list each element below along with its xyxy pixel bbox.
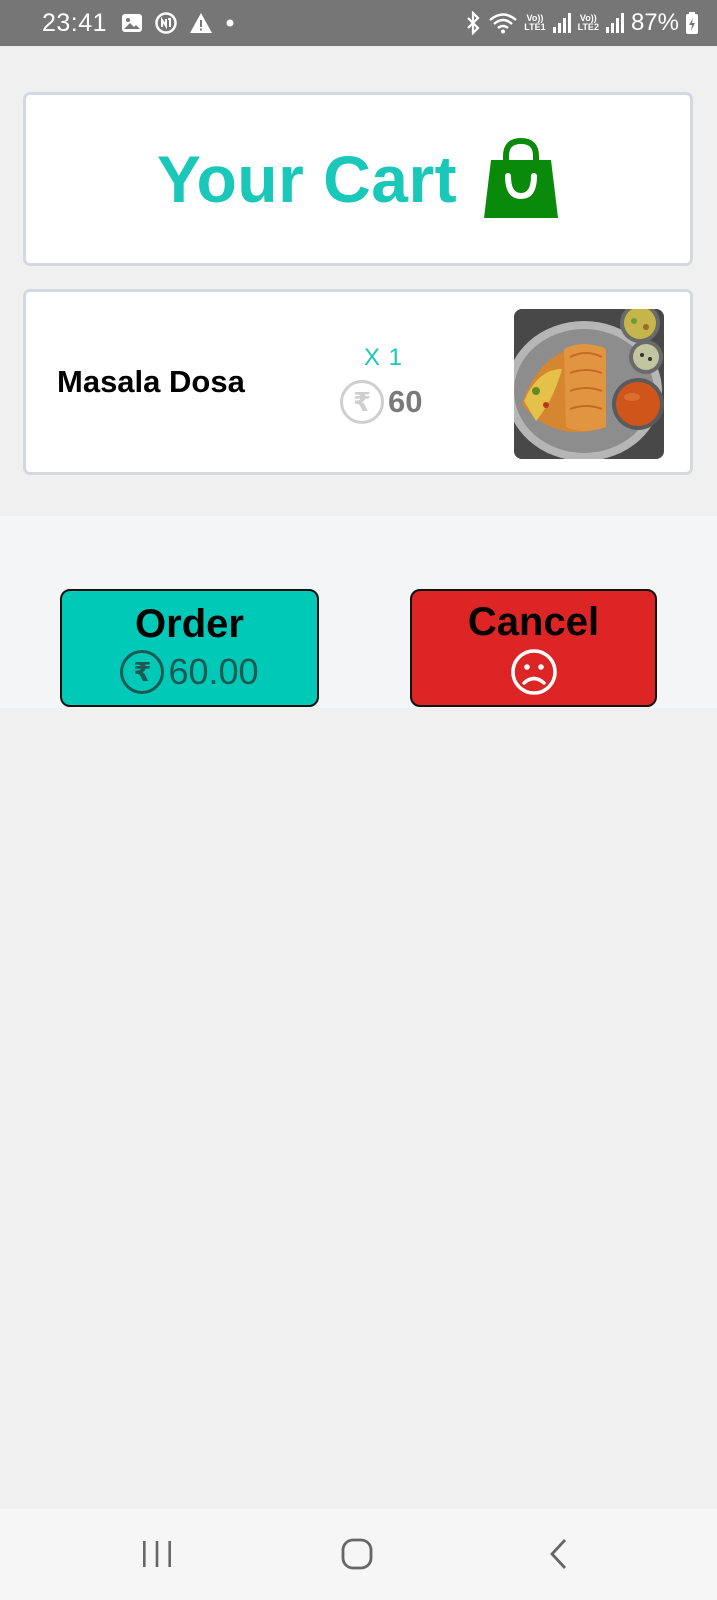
rupee-icon: ₹ [340, 380, 384, 424]
sad-face-icon [510, 649, 557, 695]
item-name: Masala Dosa [57, 364, 245, 399]
item-price-value: 60 [388, 384, 423, 419]
battery-percent: 87% [630, 9, 679, 36]
status-bar: 23:41 Vo)) LTE1 Vo)) LTE2 87% [0, 0, 717, 46]
bluetooth-icon [467, 11, 480, 35]
signal-2-icon [605, 13, 624, 33]
cancel-button[interactable]: Cancel [410, 589, 657, 707]
gallery-icon [122, 14, 143, 32]
app-notification-icon [155, 12, 177, 34]
order-total: ₹ 60.00 [120, 650, 259, 694]
home-icon[interactable] [340, 1537, 374, 1571]
dot-icon [226, 19, 234, 27]
status-notification-icons [121, 12, 235, 34]
item-price: ₹ 60 [340, 380, 422, 424]
wifi-icon [489, 13, 518, 34]
back-icon[interactable] [546, 1537, 572, 1571]
order-button[interactable]: Order ₹ 60.00 [60, 589, 319, 707]
recent-apps-icon[interactable] [140, 1538, 174, 1570]
cart-item-card[interactable]: Masala Dosa X 1 ₹ 60 [23, 289, 693, 475]
page-title: Your Cart [156, 142, 458, 216]
masala-dosa-image [514, 309, 664, 459]
cancel-button-label: Cancel [467, 600, 600, 644]
status-time: 23:41 [42, 8, 108, 37]
system-nav-bar [0, 1509, 717, 1600]
shopping-bag-icon [484, 138, 559, 218]
network-1: Vo)) LTE1 [524, 14, 545, 32]
cart-header-card: Your Cart [23, 92, 693, 266]
network-2: Vo)) LTE2 [578, 14, 599, 32]
lte-label-2: LTE2 [577, 22, 599, 32]
warning-icon [190, 13, 213, 33]
order-button-label: Order [135, 602, 244, 646]
lte-label-1: LTE1 [524, 22, 546, 32]
battery-charging-icon [686, 12, 698, 34]
rupee-icon: ₹ [120, 650, 165, 694]
signal-1-icon [552, 13, 571, 33]
order-total-value: 60.00 [168, 651, 259, 692]
item-quantity: X 1 [364, 344, 404, 371]
status-system-icons: Vo)) LTE1 Vo)) LTE2 87% [464, 9, 699, 37]
